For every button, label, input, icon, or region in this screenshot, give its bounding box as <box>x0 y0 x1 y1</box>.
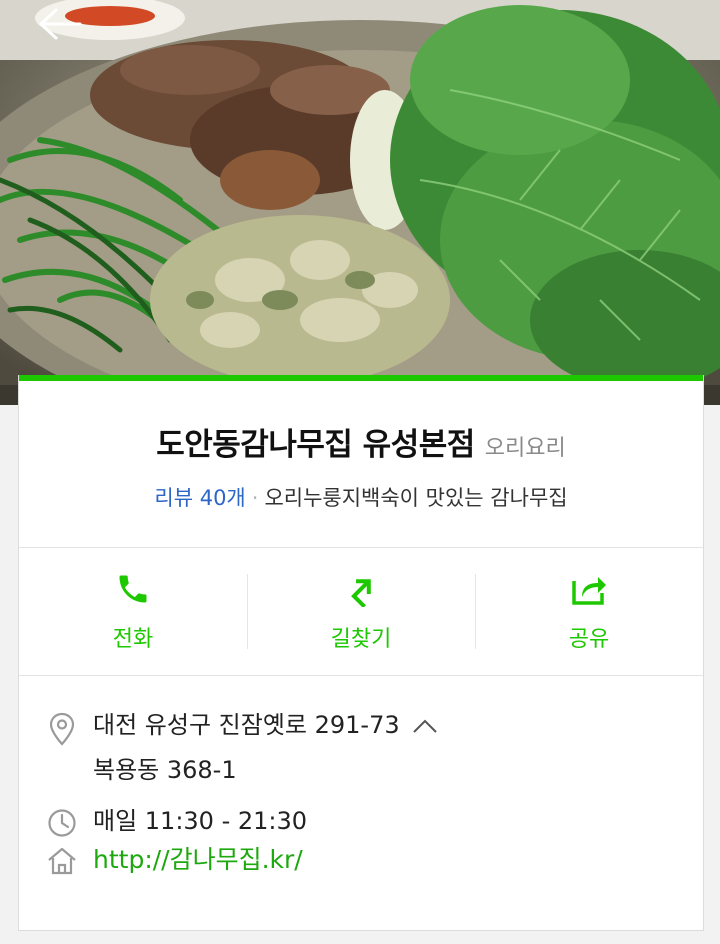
chevron-up-icon[interactable] <box>412 704 438 748</box>
home-icon <box>45 845 79 875</box>
details-section: 대전 유성구 진잠옛로 291-73 복용동 368-1 매일 11:30 - … <box>19 676 703 882</box>
place-category: 오리요리 <box>484 436 566 461</box>
share-button[interactable]: 공유 <box>475 548 703 675</box>
address-line1: 대전 유성구 진잠옛로 291-73 <box>93 711 400 739</box>
call-label: 전화 <box>112 626 154 652</box>
action-bar: 전화 길찾기 공유 <box>19 548 703 675</box>
place-info-card: 도안동감나무집 유성본점 오리요리 리뷰 40개 · 오리누룽지백숙이 맛있는 감나무… <box>18 375 704 931</box>
back-button[interactable] <box>34 4 84 44</box>
food-photo-image <box>0 0 720 405</box>
call-button[interactable]: 전화 <box>19 548 247 675</box>
address-line2: 복용동 368-1 <box>93 756 237 784</box>
place-photo[interactable] <box>0 0 720 405</box>
separator-dot: · <box>251 486 259 510</box>
directions-icon <box>351 578 371 607</box>
website-row: http://감나무집.kr/ <box>19 845 703 882</box>
title-row: 도안동감나무집 유성본점 오리요리 <box>19 419 703 464</box>
summary-row: 리뷰 40개 · 오리누룽지백숙이 맛있는 감나무집 <box>19 482 703 512</box>
address-row: 대전 유성구 진잠옛로 291-73 복용동 368-1 <box>19 710 703 792</box>
place-description: 오리누룽지백숙이 맛있는 감나무집 <box>264 486 568 510</box>
directions-label: 길찾기 <box>330 626 392 652</box>
hours-text: 매일 11:30 - 21:30 <box>93 807 308 835</box>
back-arrow-icon <box>39 8 82 40</box>
accent-bar <box>19 375 703 381</box>
place-name: 도안동감나무집 유성본점 <box>156 427 475 463</box>
website-link[interactable]: http://감나무집.kr/ <box>93 845 303 874</box>
clock-icon <box>45 806 79 838</box>
location-pin-icon <box>45 710 79 746</box>
share-icon <box>572 576 606 605</box>
phone-icon <box>119 575 147 602</box>
address-text[interactable]: 대전 유성구 진잠옛로 291-73 복용동 368-1 <box>93 703 438 792</box>
review-count-link[interactable]: 리뷰 40개 <box>154 486 245 510</box>
directions-button[interactable]: 길찾기 <box>247 548 475 675</box>
share-label: 공유 <box>568 626 610 652</box>
